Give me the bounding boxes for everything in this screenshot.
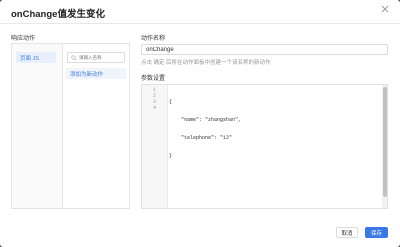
action-search[interactable] [67, 52, 125, 63]
line-numbers: 1 2 3 4 [142, 87, 156, 111]
action-name-input[interactable] [141, 44, 388, 55]
action-categories: 页面 JS [12, 44, 63, 208]
action-name-hint: 点击 确定 后将在动作面板中创建一个该名称的新动作 [141, 60, 271, 66]
dialog-title: onChange值发生变化 [11, 9, 105, 20]
search-icon [71, 54, 77, 61]
add-new-action-button[interactable]: 添加为新动作 [66, 68, 126, 79]
header-divider [0, 23, 400, 24]
actions-section-label: 响应动作 [11, 36, 36, 42]
cancel-button[interactable]: 取消 [336, 227, 358, 238]
code-editor[interactable]: 1 2 3 4 { "name": "zhangshan", "telephon… [141, 84, 388, 209]
search-input[interactable] [79, 53, 123, 62]
code-line: "name": "zhangshan", [169, 117, 242, 123]
line-number: 4 [152, 105, 156, 111]
category-page-js[interactable]: 页面 JS [16, 52, 56, 63]
code-content[interactable]: { "name": "zhangshan", "telephone": "12"… [169, 87, 241, 171]
code-line: "telephone": "12" [169, 135, 233, 141]
params-label: 参数设置 [141, 76, 166, 82]
editor-scrollbar[interactable] [382, 85, 387, 208]
editor-gutter: 1 2 3 4 [142, 85, 168, 208]
code-line: { [169, 99, 173, 105]
scrollbar-thumb[interactable] [383, 87, 387, 197]
save-button[interactable]: 保存 [365, 227, 388, 238]
code-line: } [169, 153, 173, 159]
dialog: onChange值发生变化 响应动作 页面 JS 添加为新动作 动作名称 点击 … [0, 0, 400, 247]
close-icon-glyph [381, 5, 389, 13]
close-icon[interactable] [380, 5, 390, 15]
actions-panel: 页面 JS 添加为新动作 [11, 43, 130, 209]
action-name-label: 动作名称 [141, 36, 166, 42]
